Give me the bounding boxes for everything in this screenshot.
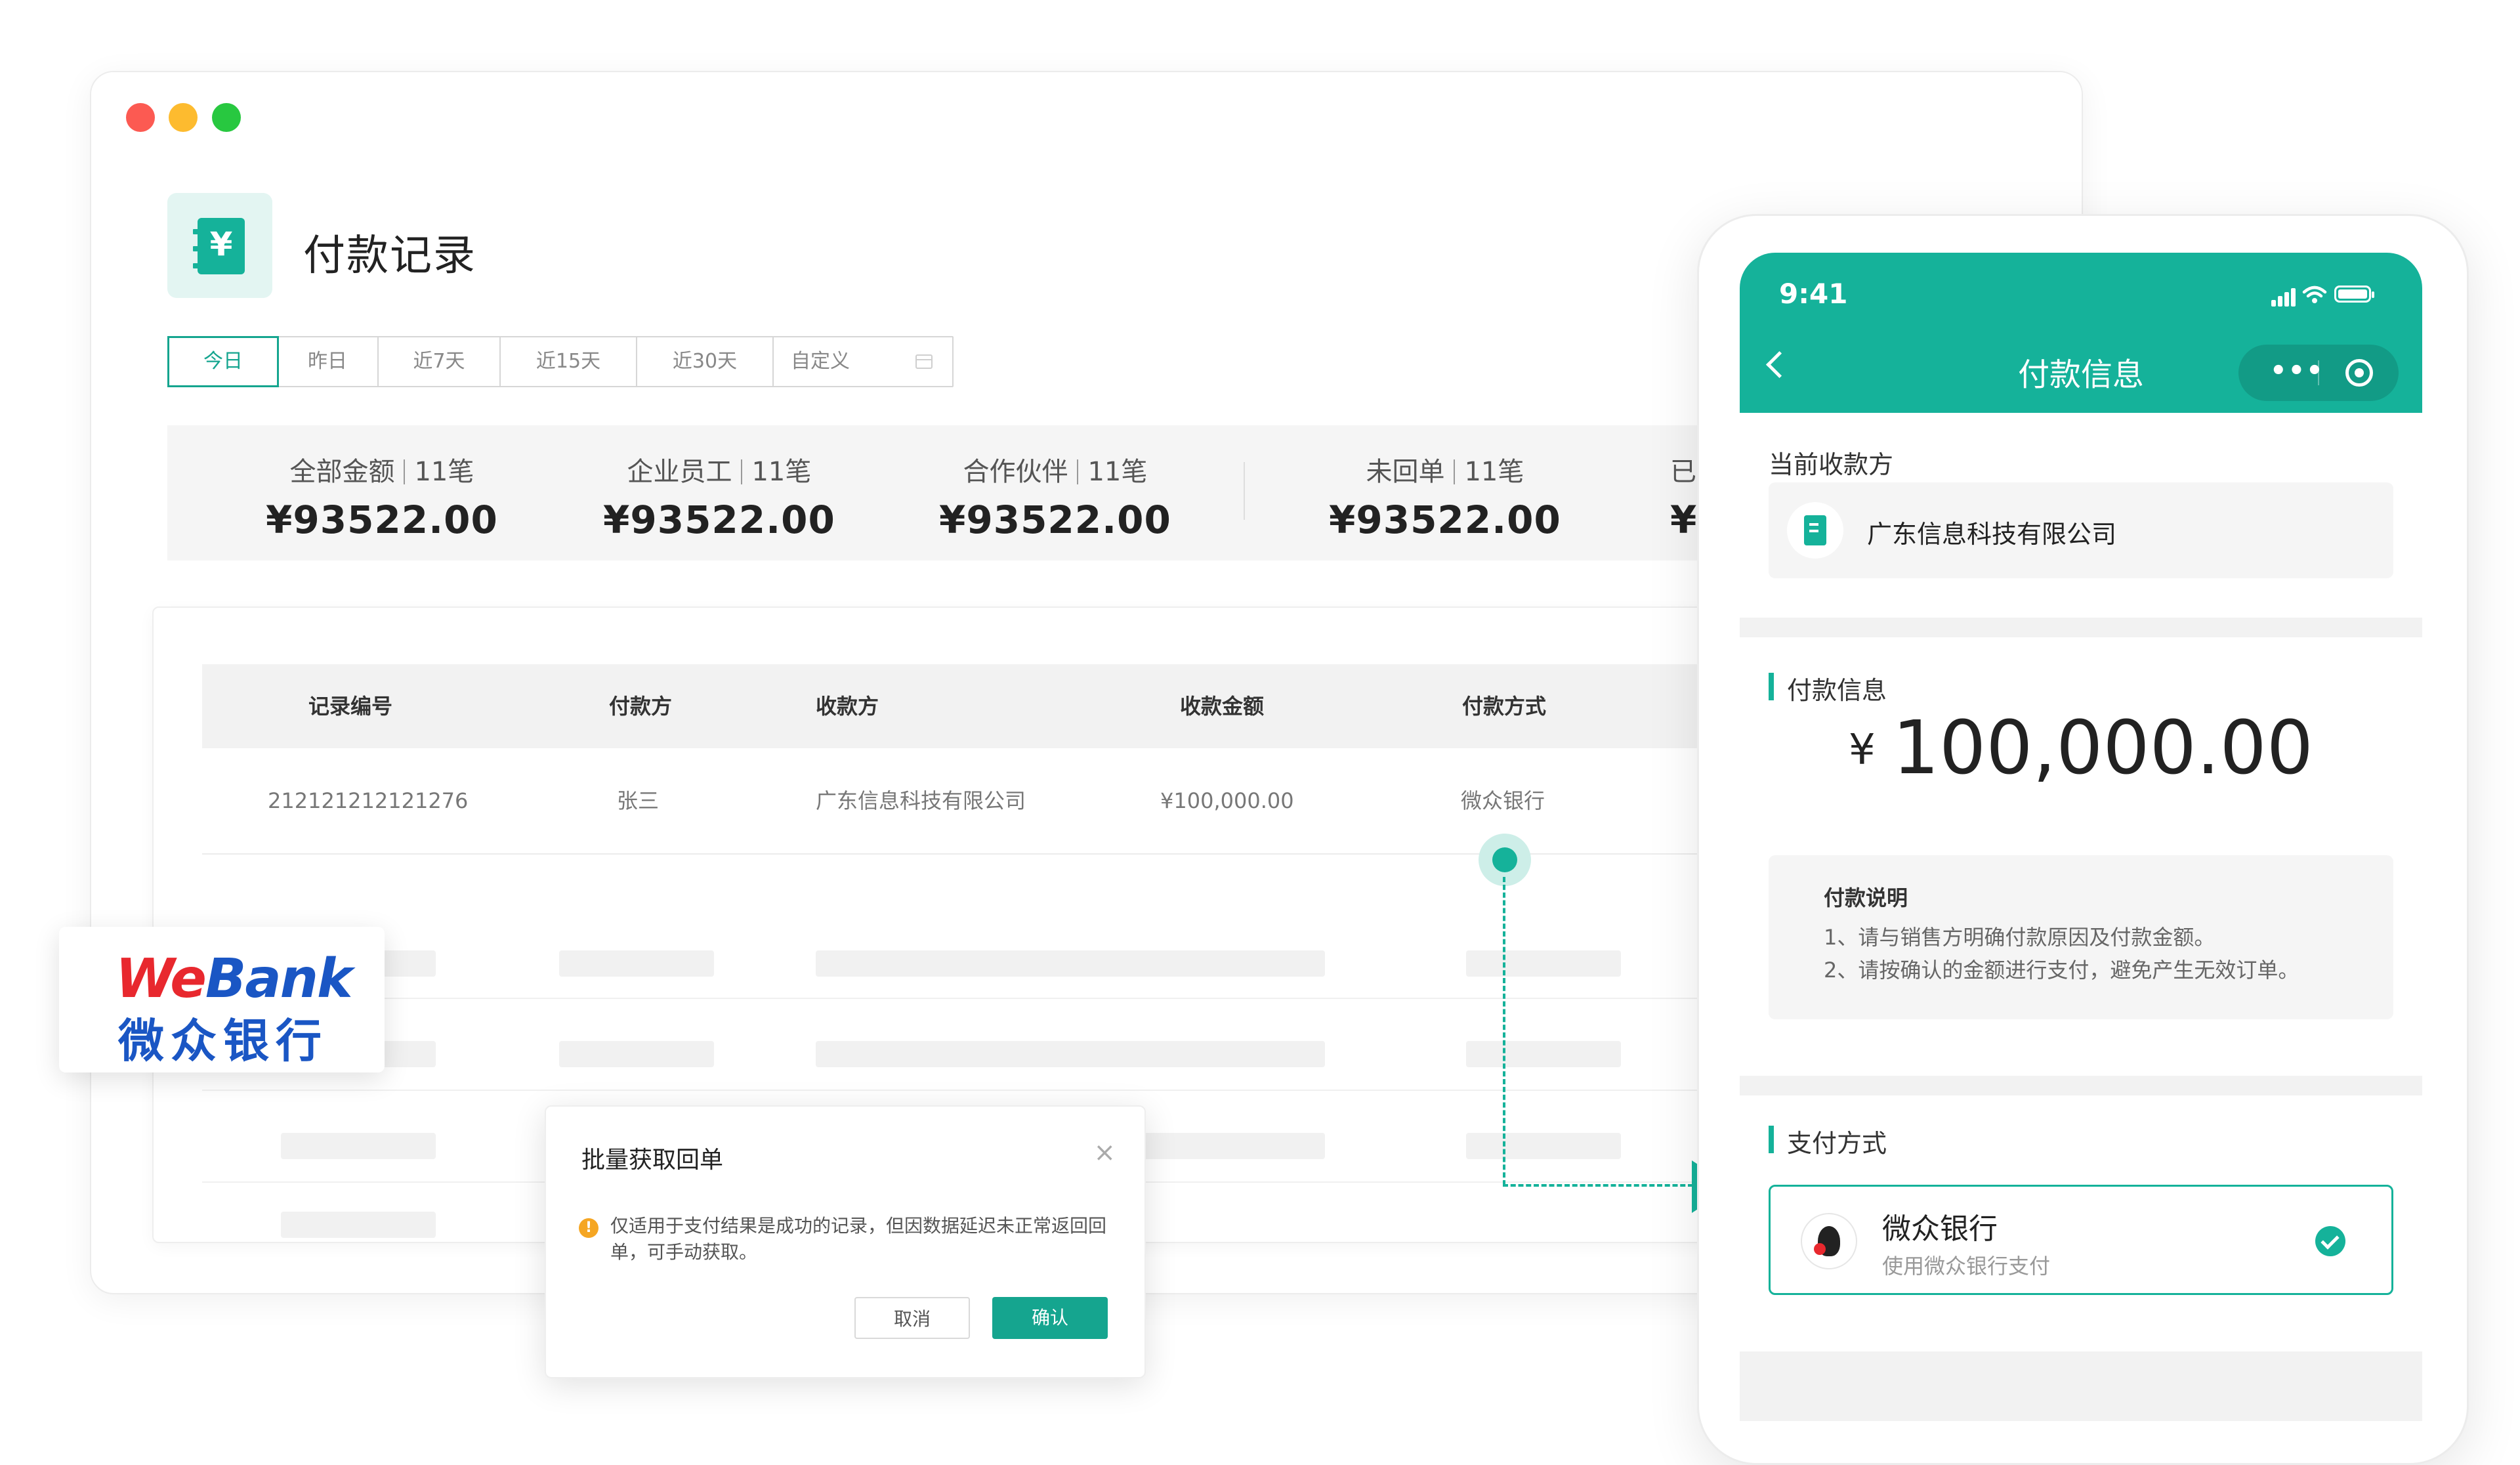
connector-dot [1492, 847, 1517, 872]
connector-line [1503, 877, 1505, 1185]
phone-header: 9:41 付款信息 ••• [1740, 253, 2422, 413]
payment-section-label: 付款信息 [1769, 670, 1887, 706]
payment-amount: ¥100,000.00 [1849, 706, 2313, 791]
dialog-title: 批量获取回单 [581, 1147, 724, 1174]
target-icon[interactable] [2345, 359, 2373, 387]
cancel-button[interactable]: 取消 [854, 1297, 970, 1339]
stat-all[interactable]: 全部金额 11笔 ¥93522.00 [266, 450, 498, 542]
more-icon[interactable]: ••• [2270, 358, 2324, 384]
payment-note: 付款说明 1、请与销售方明确付款原因及付款金额。 2、请按确认的金额进行支付，避… [1769, 855, 2393, 1019]
col-record-id: 记录编号 [308, 694, 393, 719]
company-icon [1787, 502, 1843, 559]
placeholder-cell [281, 1133, 436, 1159]
filter-30days[interactable]: 近30天 [637, 337, 774, 386]
stat-amount: ¥93522.00 [603, 498, 835, 542]
method-subtitle: 使用微众银行支付 [1882, 1254, 2051, 1279]
stat-employees[interactable]: 企业员工 11笔 ¥93522.00 [603, 450, 835, 542]
stat-amount: ¥93522.00 [939, 498, 1171, 542]
ledger-icon: ¥ [167, 193, 272, 298]
method-name: 微众银行 [1882, 1212, 1998, 1246]
check-icon [2315, 1226, 2345, 1256]
filter-custom-label: 自定义 [791, 350, 850, 373]
col-amount: 收款金额 [1180, 694, 1265, 719]
placeholder-cell [281, 1212, 436, 1238]
close-window-button[interactable] [126, 103, 155, 132]
stats-divider [1244, 462, 1245, 520]
stat-partners[interactable]: 合作伙伴 11笔 ¥93522.00 [939, 450, 1171, 542]
payee-card: 广东信息科技有限公司 [1769, 482, 2393, 578]
placeholder-cell [816, 950, 1325, 977]
maximize-window-button[interactable] [212, 103, 241, 132]
dialog-message: 仅适用于支付结果是成功的记录，但因数据延迟未正常返回回单，可手动获取。 [610, 1215, 1107, 1263]
payee-name: 广东信息科技有限公司 [1867, 520, 2117, 549]
stat-no-receipt[interactable]: 未回单 11笔 ¥93522.00 [1329, 450, 1561, 542]
minimize-window-button[interactable] [169, 103, 198, 132]
stat-amount: ¥93522.00 [266, 498, 498, 542]
stat-amount: ¥93522.00 [1329, 498, 1561, 542]
date-filter: 今日 昨日 近7天 近15天 近30天 自定义 [167, 336, 954, 387]
stats-bar: 全部金额 11笔 ¥93522.00 企业员工 11笔 ¥93522.00 合作伙伴… [167, 425, 1821, 561]
method-section-label: 支付方式 [1769, 1123, 1887, 1159]
confirm-button[interactable]: 确认 [992, 1297, 1108, 1339]
filter-7days[interactable]: 近7天 [379, 337, 501, 386]
col-payee: 收款方 [816, 694, 879, 719]
window-titlebar [91, 72, 2082, 155]
col-method: 付款方式 [1462, 694, 1547, 719]
warning-icon: ! [579, 1218, 598, 1238]
col-payer: 付款方 [609, 694, 673, 719]
table-row[interactable]: 212121212121276 张三 广东信息科技有限公司 ¥100,000.0… [202, 748, 1843, 855]
calendar-icon[interactable] [915, 354, 933, 369]
mini-program-capsule: ••• [2238, 345, 2399, 401]
table-header: 记录编号 付款方 收款方 收款金额 付款方式 [202, 664, 1843, 748]
webank-icon [1801, 1213, 1857, 1269]
filter-15days[interactable]: 近15天 [501, 337, 637, 386]
placeholder-cell [1466, 950, 1621, 977]
payee-section-label: 当前收款方 [1769, 450, 1894, 479]
webank-logo: WeBank 微众银行 [59, 927, 385, 1072]
payment-method-webank[interactable]: 微众银行 使用微众银行支付 [1769, 1185, 2393, 1295]
page-title: 付款记录 [303, 232, 476, 280]
placeholder-cell [1466, 1133, 1621, 1159]
connector-line [1503, 1184, 1693, 1187]
battery-icon [2334, 286, 2374, 303]
filter-today[interactable]: 今日 [167, 336, 279, 387]
close-icon[interactable]: × [1093, 1139, 1116, 1166]
placeholder-cell [816, 1041, 1325, 1067]
placeholder-cell [1466, 1041, 1621, 1067]
batch-receipt-dialog: 批量获取回单 × ! 仅适用于支付结果是成功的记录，但因数据延迟未正常返回回单，… [545, 1105, 1146, 1378]
filter-yesterday[interactable]: 昨日 [278, 337, 379, 386]
phone-screen: 9:41 付款信息 ••• 当前收款方 广东信息科技有限公司 付款信息 ¥ 10… [1740, 253, 2422, 1421]
phone-mockup: 9:41 付款信息 ••• 当前收款方 广东信息科技有限公司 付款信息 ¥ 10… [1697, 214, 2469, 1465]
filter-custom[interactable]: 自定义 [774, 337, 952, 386]
placeholder-cell [559, 950, 714, 977]
wifi-icon [2302, 286, 2327, 303]
placeholder-cell [559, 1041, 714, 1067]
status-time: 9:41 [1779, 278, 1848, 310]
